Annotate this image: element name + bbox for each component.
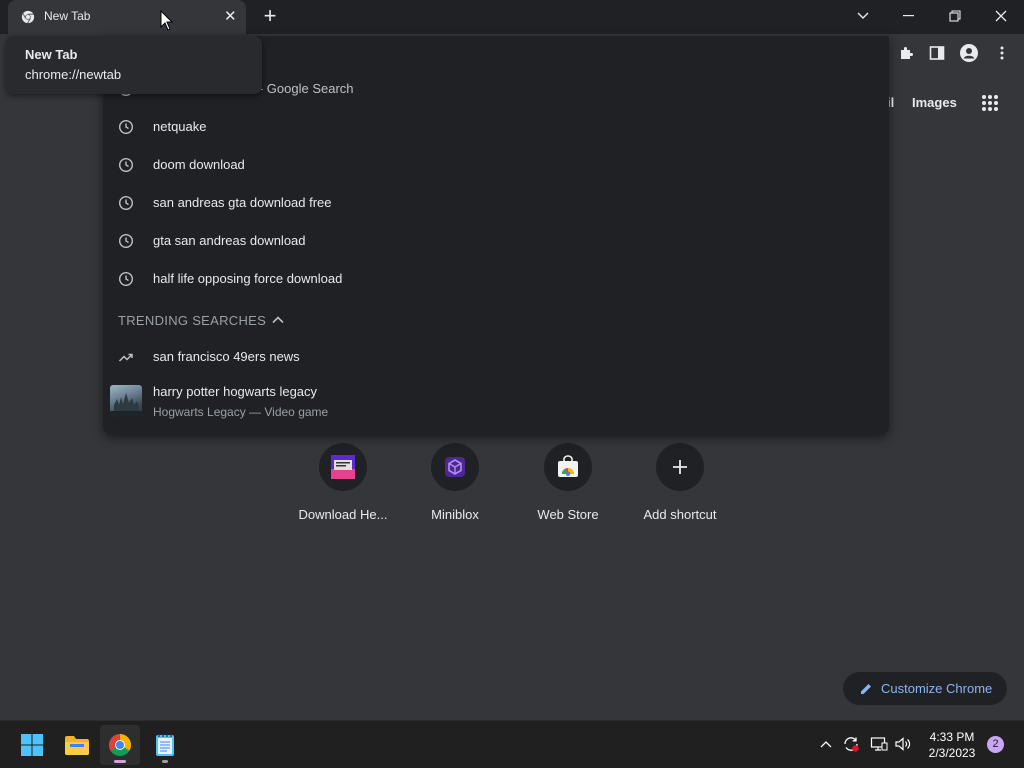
profile-avatar-icon[interactable]	[960, 44, 978, 62]
clock-icon	[118, 157, 134, 173]
running-app-indicator	[162, 760, 168, 763]
hover-card-url: chrome://newtab	[25, 67, 122, 82]
side-panel-icon[interactable]	[928, 44, 946, 62]
omnibox-dropdown: e - Google Search netquake doom download…	[103, 36, 889, 434]
folder-icon	[65, 736, 89, 755]
trending-suggestion-item[interactable]: san francisco 49ers news	[103, 338, 889, 376]
menu-kebab-icon[interactable]	[993, 44, 1011, 62]
clock-icon	[118, 271, 134, 287]
suggestion-item[interactable]: netquake	[103, 108, 889, 146]
chrome-icon	[109, 734, 131, 756]
suggestion-item[interactable]: half life opposing force download	[103, 260, 889, 298]
active-app-indicator	[114, 760, 126, 763]
download-heroes-icon	[331, 455, 355, 479]
minimize-button[interactable]	[891, 4, 927, 28]
tab-search-chevron-icon[interactable]	[845, 4, 881, 28]
tab-hover-card: New Tab chrome://newtab	[6, 36, 262, 94]
windows-start-icon	[21, 734, 43, 756]
entity-suggestion-title[interactable]: harry potter hogwarts legacy	[153, 384, 317, 399]
suggestion-text: netquake	[153, 119, 207, 134]
chevron-up-icon[interactable]	[271, 313, 285, 327]
sync-icon[interactable]	[842, 735, 860, 753]
clock-icon	[118, 119, 134, 135]
taskbar-chrome[interactable]	[100, 725, 140, 765]
customize-chrome-button[interactable]: Customize Chrome	[843, 672, 1007, 705]
network-icon[interactable]	[870, 735, 888, 753]
taskbar: 4:33 PM 2/3/2023 2	[0, 720, 1024, 768]
taskbar-file-explorer[interactable]	[57, 725, 97, 765]
suggestion-text: gta san andreas download	[153, 233, 306, 248]
shortcut-tile	[431, 443, 479, 491]
extensions-icon[interactable]	[897, 44, 915, 62]
suggestion-item[interactable]: san andreas gta download free	[103, 184, 889, 222]
shortcut-tile	[319, 443, 367, 491]
add-shortcut-button[interactable]: Add shortcut	[624, 443, 736, 533]
show-hidden-icons-chevron-icon[interactable]	[817, 735, 835, 753]
images-link[interactable]: Images	[912, 95, 957, 110]
notification-badge[interactable]: 2	[987, 736, 1004, 753]
clock-date[interactable]: 2/3/2023	[922, 746, 982, 760]
trending-icon	[118, 353, 133, 362]
shortcut-label: Add shortcut	[643, 507, 717, 522]
suggestion-text: doom download	[153, 157, 245, 172]
shortcut-miniblox[interactable]: Miniblox	[399, 443, 511, 533]
shortcut-label: Download He...	[298, 507, 388, 522]
suggestion-text: san andreas gta download free	[153, 195, 332, 210]
start-button[interactable]	[12, 725, 52, 765]
tab-close-icon[interactable]: ✕	[224, 9, 237, 24]
volume-icon[interactable]	[894, 735, 912, 753]
pencil-icon	[861, 684, 871, 694]
entity-suggestion-subtitle: Hogwarts Legacy — Video game	[153, 405, 329, 419]
tab-new-tab[interactable]: New Tab ✕	[8, 0, 246, 34]
suggestion-item[interactable]: doom download	[103, 146, 889, 184]
shortcut-label: Miniblox	[431, 507, 479, 522]
mouse-cursor-icon	[160, 10, 174, 31]
shortcut-tile	[656, 443, 704, 491]
shortcut-download-heroes[interactable]: Download He...	[287, 443, 399, 533]
notepad-icon	[156, 734, 174, 756]
suggestion-text: san francisco 49ers news	[153, 349, 300, 364]
shortcut-label: Web Store	[537, 507, 599, 522]
new-tab-button[interactable]: +	[259, 5, 281, 28]
chrome-favicon-icon	[21, 10, 35, 24]
close-window-button[interactable]	[983, 4, 1019, 28]
hover-card-title: New Tab	[25, 47, 78, 62]
clock-icon	[118, 233, 134, 249]
shortcut-tile	[544, 443, 592, 491]
customize-chrome-label: Customize Chrome	[881, 681, 993, 696]
restore-button[interactable]	[937, 4, 973, 28]
tab-strip: New Tab ✕ +	[0, 0, 1024, 34]
web-store-icon	[558, 455, 578, 477]
tab-title: New Tab	[44, 9, 91, 23]
trending-searches-header: TRENDING SEARCHES	[118, 313, 267, 328]
suggestion-text: e - Google Search	[248, 81, 354, 96]
clock-icon	[118, 195, 134, 211]
suggestion-item[interactable]: gta san andreas download	[103, 222, 889, 260]
plus-icon	[673, 460, 687, 474]
miniblox-icon	[445, 457, 465, 477]
google-apps-icon[interactable]	[981, 94, 999, 112]
shortcut-web-store[interactable]: Web Store	[512, 443, 624, 533]
suggestion-text: half life opposing force download	[153, 271, 343, 286]
clock-time[interactable]: 4:33 PM	[924, 730, 980, 744]
hogwarts-legacy-thumbnail	[110, 385, 142, 417]
taskbar-notepad[interactable]	[145, 725, 185, 765]
